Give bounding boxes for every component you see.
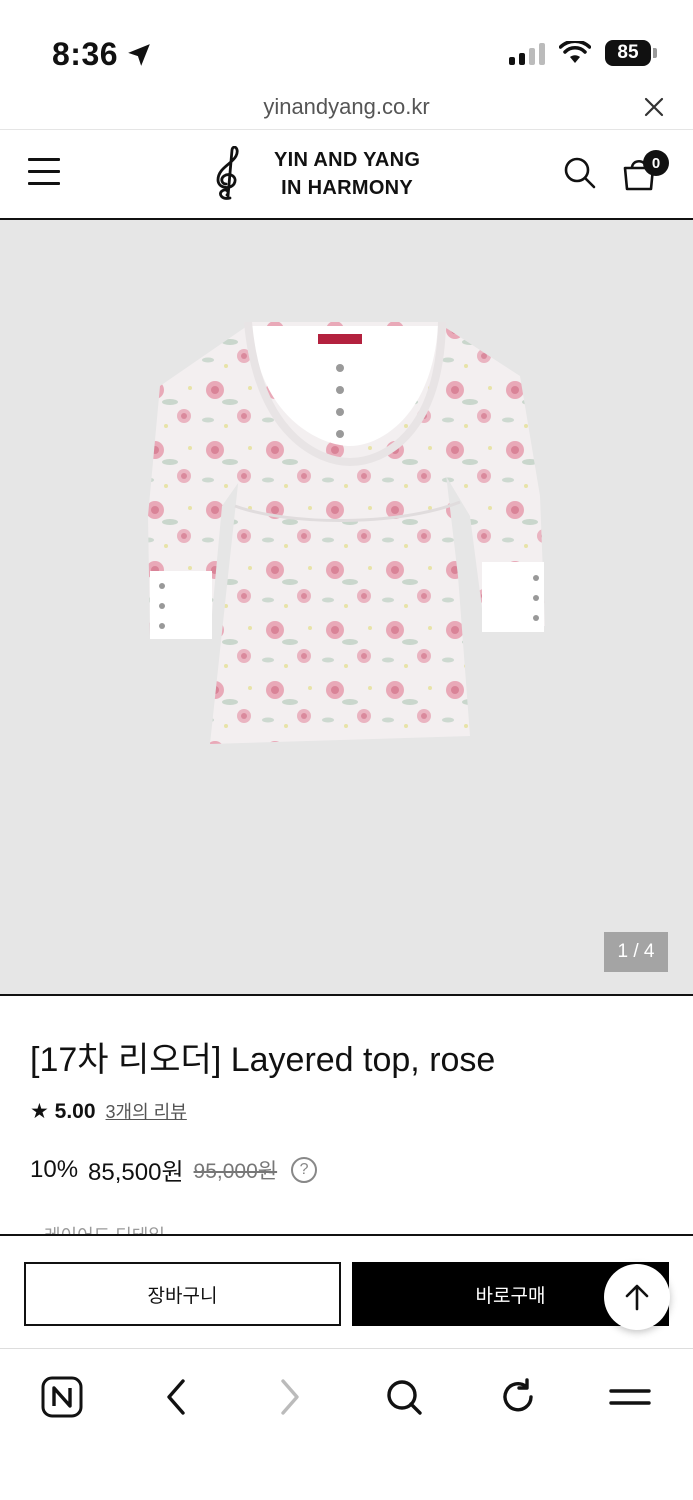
time-text: 8:36 [52, 36, 119, 72]
rating-score: ★ 5.00 [30, 1100, 96, 1123]
wifi-icon [559, 41, 591, 63]
partial-description: 레이어드 디테일 [44, 1222, 165, 1234]
reload-icon [503, 1378, 533, 1412]
back-button[interactable] [152, 1373, 200, 1421]
url-bar[interactable]: yinandyang.co.kr [0, 90, 693, 130]
battery-icon: 85 [605, 40, 657, 66]
logo-line-1: YIN AND YANG [274, 149, 421, 171]
site-logo[interactable]: YIN AND YANG IN HARMONY [208, 146, 420, 202]
sale-price: 85,500원 [88, 1159, 184, 1186]
search-icon [387, 1380, 422, 1415]
battery-level: 85 [605, 40, 651, 66]
scroll-to-top-button[interactable] [604, 1264, 670, 1330]
menu-button[interactable] [606, 1373, 654, 1421]
search-icon[interactable] [563, 156, 597, 190]
add-to-cart-button[interactable]: 장바구니 [24, 1262, 341, 1326]
cart-count-badge: 0 [643, 150, 669, 176]
location-arrow-icon [128, 43, 150, 66]
purchase-bar: 장바구니 바로구매 [0, 1234, 693, 1348]
rating-row: ★ 5.00 3개의 리뷰 [30, 1098, 187, 1124]
reviews-link[interactable]: 3개의 리뷰 [106, 1098, 187, 1124]
close-icon[interactable] [641, 94, 667, 120]
product-title: [17차 리오더] Layered top, rose [30, 1041, 496, 1079]
hamburger-icon [609, 1389, 651, 1405]
product-image[interactable] [140, 316, 560, 756]
hamburger-menu-icon[interactable] [28, 158, 60, 186]
logo-line-2: IN HARMONY [281, 177, 414, 199]
forward-button[interactable] [266, 1373, 314, 1421]
arrow-up-icon [625, 1284, 649, 1311]
browser-toolbar [0, 1348, 693, 1500]
chevron-right-icon [281, 1379, 299, 1415]
original-price: 95,000원 [193, 1159, 278, 1183]
price-help-icon[interactable]: ? [291, 1156, 318, 1183]
product-info: [17차 리오더] Layered top, rose ★ 5.00 3개의 리… [0, 998, 693, 1234]
status-bar: 8:36 85 [0, 0, 693, 90]
product-gallery[interactable]: 1 / 4 [0, 220, 693, 996]
url-text[interactable]: yinandyang.co.kr [0, 94, 693, 120]
discount-rate: 10% [30, 1155, 79, 1183]
signal-icon [509, 41, 545, 65]
search-button[interactable] [380, 1373, 428, 1421]
reload-button[interactable] [494, 1373, 542, 1421]
price-row: 10% 85,500원 95,000원 ? [30, 1152, 318, 1187]
treble-clef-logo-icon [216, 146, 239, 200]
status-indicators: 85 [509, 40, 657, 66]
site-header: YIN AND YANG IN HARMONY 0 [0, 130, 693, 220]
status-time: 8:36 [52, 36, 152, 73]
image-pager: 1 / 4 [604, 932, 668, 972]
naver-home-button[interactable] [38, 1373, 86, 1421]
logo-text: YIN AND YANG IN HARMONY [274, 146, 420, 202]
chevron-left-icon [167, 1379, 185, 1415]
naver-n-icon [41, 1376, 83, 1418]
